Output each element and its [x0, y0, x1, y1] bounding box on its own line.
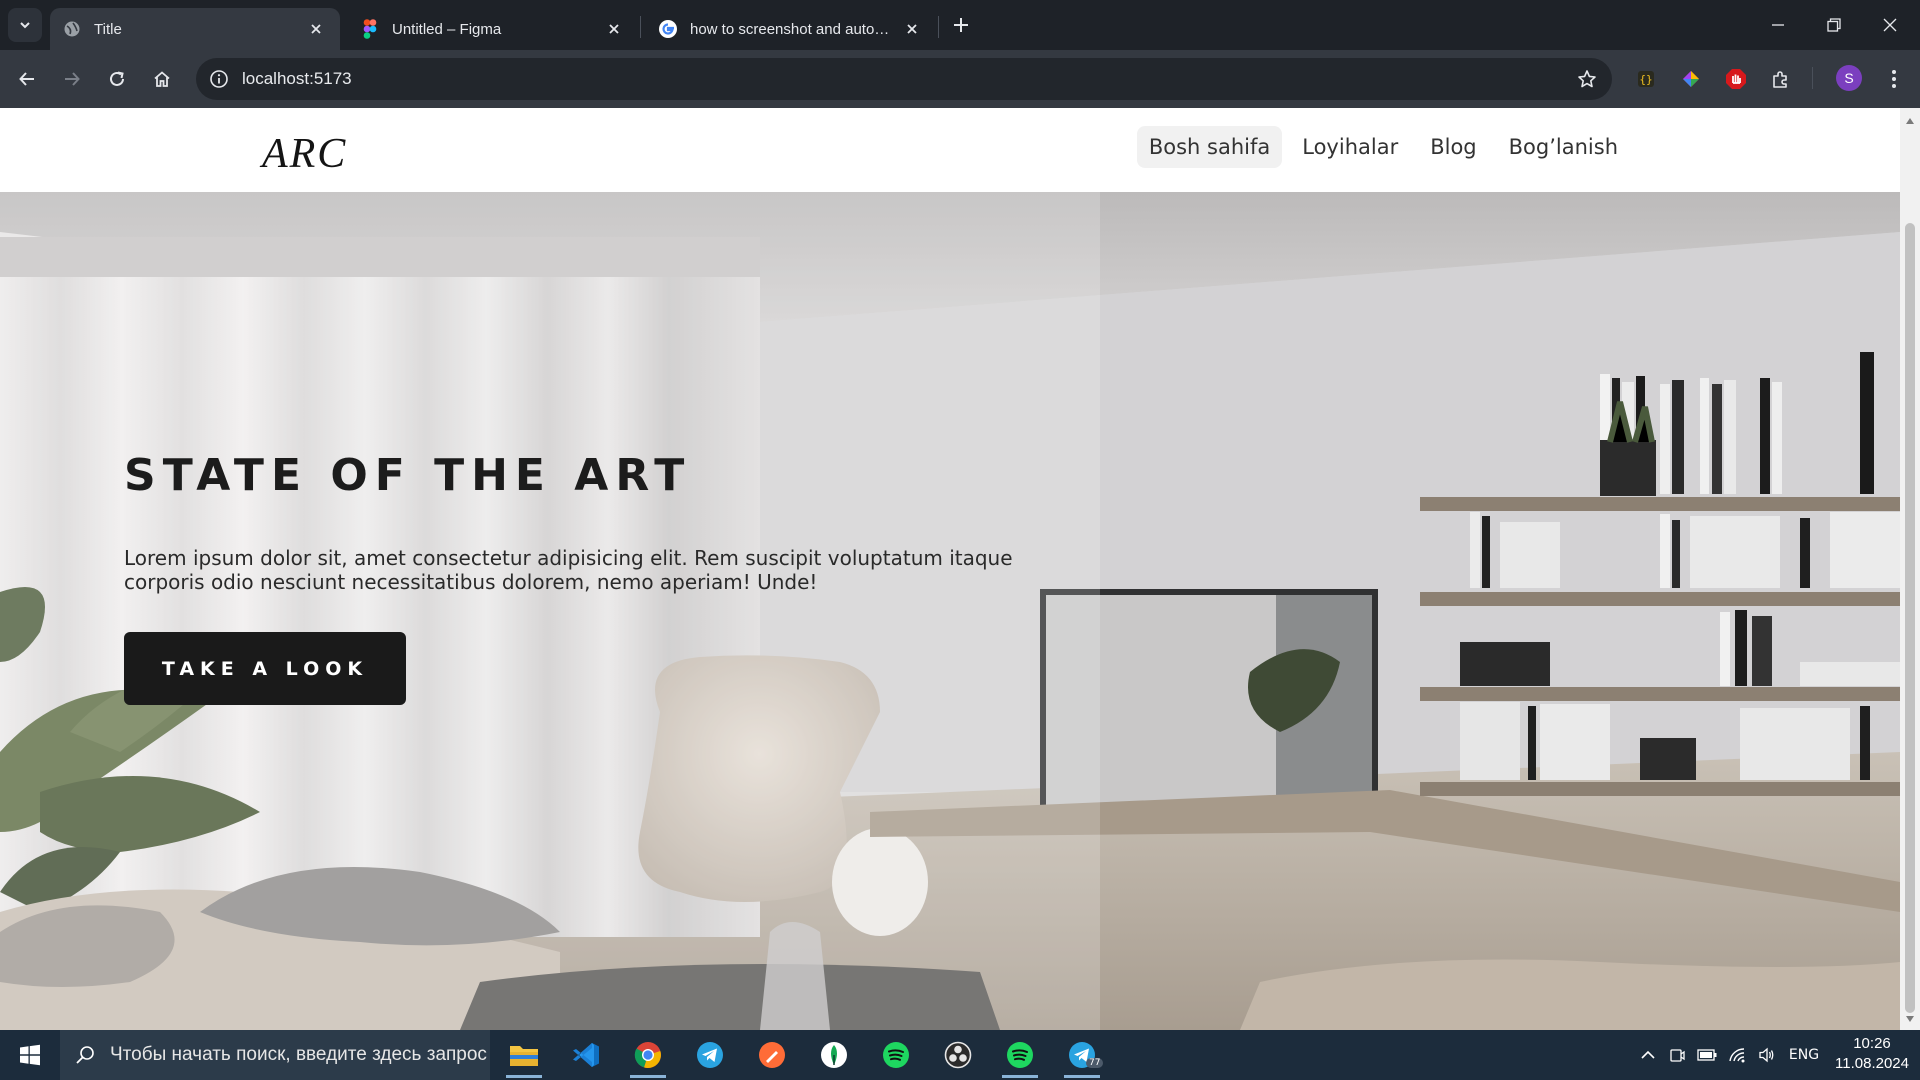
- postman-app[interactable]: [742, 1030, 802, 1080]
- start-button[interactable]: [0, 1030, 60, 1080]
- reload-icon: [110, 71, 124, 86]
- folder-icon: [510, 1046, 538, 1066]
- arrow-right-icon: [65, 72, 80, 86]
- close-icon[interactable]: [604, 19, 624, 39]
- close-icon[interactable]: [306, 19, 326, 39]
- tab-search-button[interactable]: [8, 8, 42, 42]
- nav-item-blog[interactable]: Blog: [1418, 126, 1488, 168]
- input-language-indicator[interactable]: ENG: [1784, 1030, 1824, 1080]
- vscode-icon: [573, 1043, 599, 1067]
- clock-date: 11.08.2024: [1835, 1055, 1909, 1072]
- take-a-look-button[interactable]: TAKE A LOOK: [124, 632, 406, 705]
- home-button[interactable]: [144, 61, 180, 97]
- postman-icon: [759, 1042, 785, 1068]
- tab-label: Untitled – Figma: [392, 20, 502, 38]
- wifi-icon[interactable]: [1724, 1030, 1750, 1080]
- mongodb-compass-app[interactable]: [804, 1030, 864, 1080]
- obs-icon: [944, 1041, 972, 1069]
- nav-item-bosh-sahifa[interactable]: Bosh sahifa: [1136, 126, 1283, 168]
- site-info-icon[interactable]: [206, 66, 232, 92]
- close-icon[interactable]: [902, 19, 922, 39]
- battery-icon[interactable]: [1694, 1030, 1720, 1080]
- volume-icon[interactable]: [1754, 1030, 1780, 1080]
- more-menu-icon[interactable]: [1880, 65, 1908, 93]
- scrollbar-thumb[interactable]: [1905, 223, 1915, 1013]
- spotify-app-2[interactable]: [990, 1030, 1050, 1080]
- json-formatter-extension-icon[interactable]: {}: [1632, 65, 1660, 93]
- tab-google-search[interactable]: how to screenshot and automat: [646, 8, 936, 50]
- new-tab-button[interactable]: [948, 12, 974, 38]
- notification-badge: 77: [1086, 1058, 1104, 1068]
- nav-item-boglanish[interactable]: Bog’lanish: [1497, 126, 1630, 168]
- telegram-app[interactable]: [680, 1030, 740, 1080]
- scroll-up-arrow-icon[interactable]: [1900, 114, 1920, 128]
- figma-icon: [360, 19, 380, 39]
- scroll-down-arrow-icon[interactable]: [1900, 1012, 1920, 1026]
- spotify-icon: [883, 1042, 909, 1068]
- search-icon: [60, 1045, 110, 1065]
- file-explorer-app[interactable]: [494, 1030, 554, 1080]
- address-bar[interactable]: localhost:5173: [196, 58, 1612, 100]
- close-icon: [1883, 18, 1897, 32]
- windows-taskbar: Чтобы начать поиск, введите здесь запрос…: [0, 1030, 1920, 1080]
- minimize-icon: [1772, 24, 1784, 26]
- restore-button[interactable]: [1806, 0, 1862, 50]
- arrow-left-icon: [19, 72, 34, 86]
- toolbar-separator: [1812, 67, 1813, 89]
- page-scrollbar[interactable]: [1900, 108, 1920, 1030]
- home-icon: [154, 71, 170, 87]
- url-text: localhost:5173: [242, 69, 352, 88]
- forward-button[interactable]: [54, 61, 90, 97]
- reload-button[interactable]: [99, 61, 135, 97]
- hero-room-image: [0, 192, 1900, 1030]
- svg-text:{}: {}: [1639, 73, 1652, 86]
- browser-toolbar: localhost:5173 {} S: [0, 50, 1920, 108]
- minimize-button[interactable]: [1750, 0, 1806, 50]
- chrome-app[interactable]: [618, 1030, 678, 1080]
- site-logo[interactable]: ARC: [262, 130, 347, 178]
- extensions-puzzle-icon[interactable]: [1767, 65, 1795, 93]
- browser-tab-bar: Title Untitled – Figma how to screenshot…: [0, 0, 1920, 50]
- plus-icon: [954, 18, 968, 32]
- main-nav: Bosh sahifa Loyihalar Blog Bog’lanish: [1136, 126, 1630, 168]
- nav-item-loyihalar[interactable]: Loyihalar: [1290, 126, 1410, 168]
- google-icon: [658, 19, 678, 39]
- mongodb-leaf-icon: [821, 1042, 847, 1068]
- meet-now-icon[interactable]: [1664, 1030, 1690, 1080]
- restore-icon: [1827, 18, 1841, 32]
- obs-app[interactable]: [928, 1030, 988, 1080]
- back-button[interactable]: [9, 61, 45, 97]
- adblock-extension-icon[interactable]: [1722, 65, 1750, 93]
- chevron-up-icon: [1641, 1050, 1655, 1059]
- bookmark-star-icon[interactable]: [1574, 66, 1600, 92]
- hero-description: Lorem ipsum dolor sit, amet consectetur …: [124, 546, 1013, 594]
- windows-logo-icon: [20, 1044, 40, 1066]
- chrome-icon: [634, 1042, 661, 1069]
- clock-time: 10:26: [1853, 1035, 1891, 1052]
- tab-title[interactable]: Title: [50, 8, 340, 50]
- vscode-app[interactable]: [556, 1030, 616, 1080]
- search-placeholder: Чтобы начать поиск, введите здесь запрос: [110, 1044, 487, 1065]
- system-clock[interactable]: 10:26 11.08.2024: [1830, 1034, 1914, 1074]
- site-header: ARC Bosh sahifa Loyihalar Blog Bog’lanis…: [0, 108, 1900, 192]
- close-window-button[interactable]: [1862, 0, 1918, 50]
- spotify-icon: [1007, 1042, 1033, 1068]
- chevron-down-icon: [20, 22, 30, 29]
- tab-separator: [640, 16, 641, 38]
- tab-figma[interactable]: Untitled – Figma: [348, 8, 638, 50]
- globe-icon: [62, 19, 82, 39]
- page-viewport: ARC Bosh sahifa Loyihalar Blog Bog’lanis…: [0, 108, 1900, 1030]
- profile-avatar[interactable]: S: [1836, 65, 1862, 91]
- hero-section: STATE OF THE ART Lorem ipsum dolor sit, …: [0, 192, 1900, 1030]
- color-picker-extension-icon[interactable]: [1677, 65, 1705, 93]
- tab-label: Title: [94, 20, 122, 38]
- telegram-icon: [697, 1042, 723, 1068]
- taskbar-search-box[interactable]: Чтобы начать поиск, введите здесь запрос: [60, 1030, 490, 1080]
- tab-label: how to screenshot and automat: [690, 20, 894, 38]
- spotify-app[interactable]: [866, 1030, 926, 1080]
- telegram-app-2[interactable]: 77: [1052, 1030, 1112, 1080]
- show-hidden-icons-button[interactable]: [1636, 1030, 1660, 1080]
- hero-title: STATE OF THE ART: [124, 450, 692, 501]
- tab-separator: [938, 16, 939, 38]
